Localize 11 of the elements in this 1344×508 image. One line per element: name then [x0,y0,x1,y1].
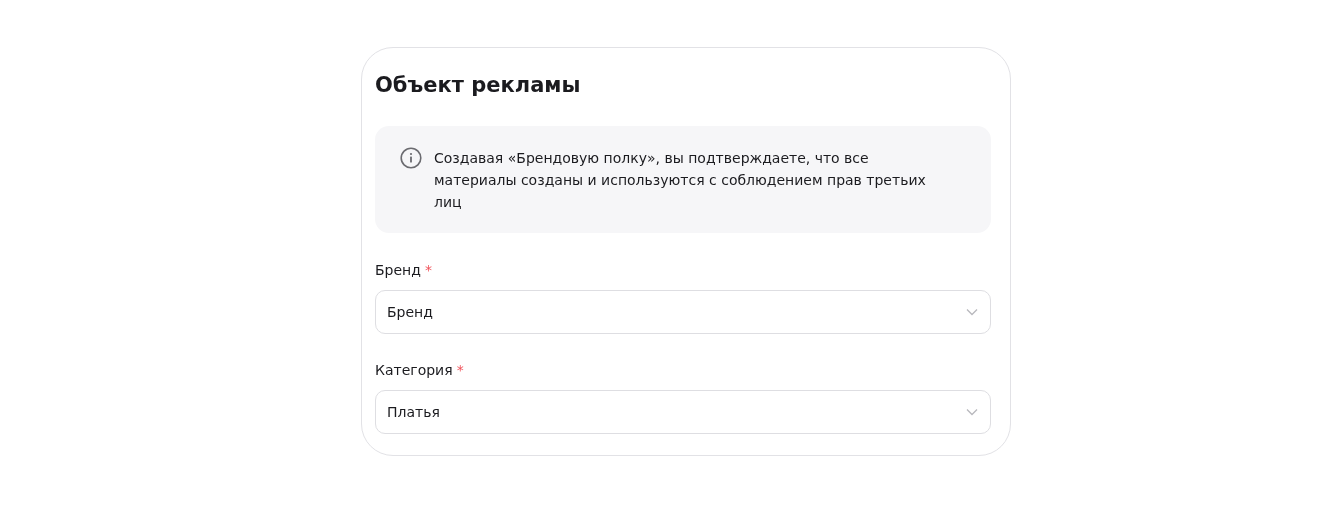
field-label: Категория [375,361,453,380]
card-title: Объект рекламы [375,72,582,99]
required-mark: * [424,261,432,280]
chevron-down-icon [966,408,978,416]
field-label: Бренд [375,261,421,280]
dropdown-field[interactable]: Бренд [375,290,991,334]
notice-text: Создавая «Брендовую полку», вы подтверждаете, что все материалы созданы и используются с соблюдением прав третьих лиц [434,149,927,212]
required-mark: * [456,361,464,380]
chevron-down-icon [966,308,978,316]
info-icon [400,147,422,169]
dropdown-field[interactable]: Платья [375,390,991,434]
